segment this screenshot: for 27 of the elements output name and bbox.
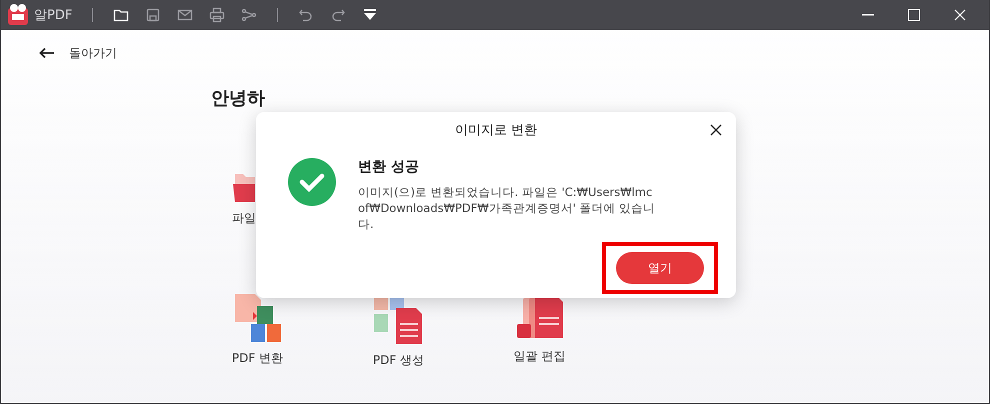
undo-icon[interactable] <box>298 7 314 23</box>
share-icon[interactable] <box>241 7 258 23</box>
folder-icon[interactable] <box>113 7 130 23</box>
tool-label[interactable]: PDF 생성 <box>372 352 424 369</box>
success-message: 이미지(으)로 변환되었습니다. 파일은 'C:₩Users₩lmcof₩Downloads₩PDF₩가족관계증명서' 폴더에 있습니다. <box>358 184 656 232</box>
convert-icon <box>232 294 282 342</box>
app-name: 알PDF <box>34 7 72 24</box>
redo-icon[interactable] <box>330 7 346 23</box>
tool-label[interactable]: PDF 변환 <box>232 350 284 367</box>
app-logo-icon <box>7 3 29 27</box>
minimize-icon[interactable] <box>862 14 874 16</box>
back-link[interactable]: 돌아가기 <box>69 44 117 62</box>
print-icon[interactable] <box>209 7 226 23</box>
mail-icon[interactable] <box>177 7 194 23</box>
back-arrow-icon[interactable] <box>39 47 55 59</box>
open-button[interactable]: 열기 <box>616 252 704 284</box>
dialog-title: 이미지로 변환 <box>454 122 538 139</box>
tile-label[interactable]: 파일 <box>232 210 256 227</box>
tool-label[interactable]: 일괄 편집 <box>514 348 566 365</box>
maximize-icon[interactable] <box>908 9 920 21</box>
save-icon[interactable] <box>145 7 162 23</box>
success-check-icon <box>288 158 336 206</box>
dropdown-icon[interactable] <box>363 8 378 22</box>
success-heading: 변환 성공 <box>358 158 420 176</box>
folder-icon <box>233 172 255 202</box>
close-icon[interactable] <box>710 124 722 136</box>
greeting-heading: 안녕하 <box>211 87 266 110</box>
